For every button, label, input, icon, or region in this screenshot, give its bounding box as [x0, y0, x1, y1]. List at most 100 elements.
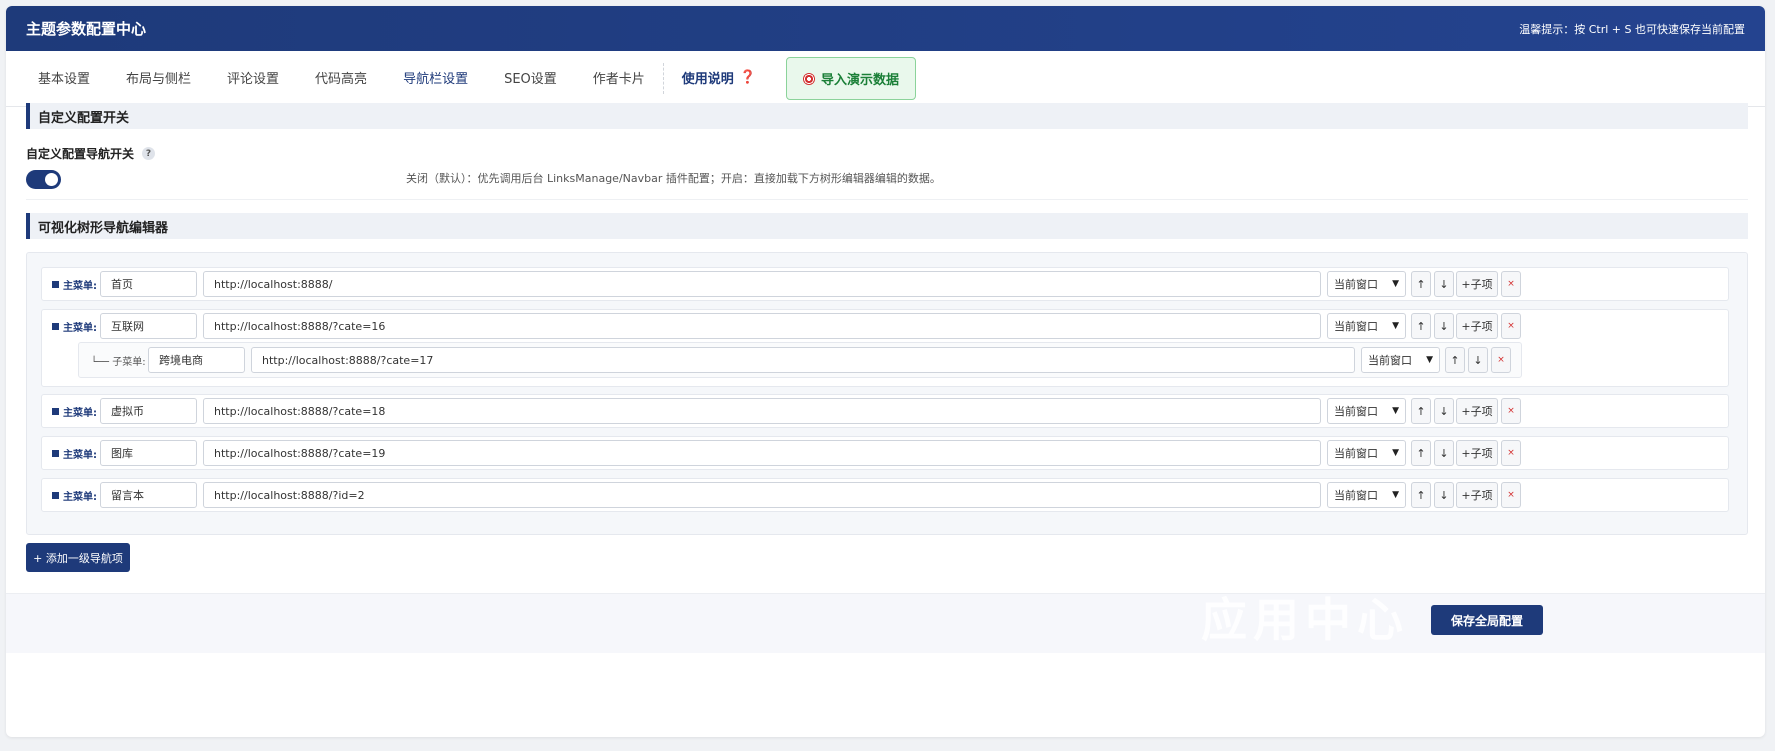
- nav-url-input[interactable]: http://localhost:8888/?cate=19: [203, 440, 1321, 466]
- move-down-button[interactable]: ↓: [1468, 347, 1488, 373]
- nav-name-input[interactable]: 留言本: [100, 482, 197, 508]
- move-down-button[interactable]: ↓: [1434, 482, 1454, 508]
- nav-target-select[interactable]: 当前窗口 ▼: [1327, 440, 1406, 466]
- delete-button[interactable]: ×: [1501, 313, 1521, 339]
- chevron-down-icon: ▼: [1392, 279, 1399, 289]
- move-up-button[interactable]: ↑: [1411, 482, 1431, 508]
- nav-switch-description: 关闭（默认）：优先调用后台 LinksManage/Navbar 插件配置；开启…: [406, 172, 941, 185]
- nav-url-input[interactable]: http://localhost:8888/?id=2: [203, 482, 1321, 508]
- config-panel: 主题参数配置中心 温馨提示：按 Ctrl + S 也可快速保存当前配置 基本设置…: [6, 6, 1765, 737]
- tab-comments[interactable]: 评论设置: [209, 51, 297, 106]
- page-title: 主题参数配置中心: [26, 20, 147, 38]
- footer-bar: 保存全局配置 应用中心: [6, 593, 1765, 653]
- move-up-button[interactable]: ↑: [1411, 313, 1431, 339]
- chevron-down-icon: ▼: [1392, 490, 1399, 500]
- delete-button[interactable]: ×: [1501, 482, 1521, 508]
- tab-basic[interactable]: 基本设置: [20, 51, 108, 106]
- nav-target-select[interactable]: 当前窗口 ▼: [1327, 398, 1406, 424]
- shortcut-hint: 温馨提示：按 Ctrl + S 也可快速保存当前配置: [1519, 22, 1745, 36]
- tab-author-card[interactable]: 作者卡片: [575, 51, 663, 106]
- tab-seo[interactable]: SEO设置: [486, 51, 575, 106]
- move-up-button[interactable]: ↑: [1445, 347, 1465, 373]
- square-bullet-icon: [52, 491, 59, 499]
- nav-name-input[interactable]: 互联网: [100, 313, 197, 339]
- sub-menu-label-text: 子菜单:: [112, 356, 146, 368]
- nav-switch-toggle[interactable]: [26, 170, 61, 189]
- nav-name-input[interactable]: 虚拟币: [100, 398, 197, 424]
- section-custom-switch: 自定义配置开关: [26, 103, 1748, 129]
- tab-layout[interactable]: 布局与侧栏: [108, 51, 209, 106]
- nav-url-input[interactable]: http://localhost:8888/?cate=16: [203, 313, 1321, 339]
- section-tree-editor: 可视化树形导航编辑器: [26, 213, 1748, 239]
- import-demo-label: 导入演示数据: [821, 73, 900, 88]
- header-bar: 主题参数配置中心 温馨提示：按 Ctrl + S 也可快速保存当前配置: [6, 6, 1765, 51]
- square-bullet-icon: [52, 322, 59, 330]
- move-down-button[interactable]: ↓: [1434, 398, 1454, 424]
- sub-target-value: 当前窗口: [1368, 354, 1412, 367]
- add-child-button[interactable]: +子项: [1456, 398, 1498, 424]
- nav-item: 主菜单: 留言本 http://localhost:8888/?id=2 当前窗…: [41, 478, 1729, 512]
- chevron-down-icon: ▼: [1392, 448, 1399, 458]
- chevron-down-icon: ▼: [1392, 406, 1399, 416]
- square-bullet-icon: [52, 280, 59, 288]
- tab-bar: 基本设置 布局与侧栏 评论设置 代码高亮 导航栏设置 SEO设置 作者卡片 使用…: [6, 51, 1765, 107]
- add-child-button[interactable]: +子项: [1456, 440, 1498, 466]
- square-bullet-icon: [52, 407, 59, 415]
- nav-switch-label: 自定义配置导航开关 ?: [26, 145, 156, 162]
- move-down-button[interactable]: ↓: [1434, 271, 1454, 297]
- save-global-config-button[interactable]: 保存全局配置: [1431, 605, 1543, 635]
- delete-button[interactable]: ×: [1501, 271, 1521, 297]
- move-up-button[interactable]: ↑: [1411, 440, 1431, 466]
- nav-switch-label-text: 自定义配置导航开关: [26, 147, 135, 161]
- toggle-knob: [45, 173, 58, 186]
- add-child-button[interactable]: +子项: [1456, 482, 1498, 508]
- tab-help[interactable]: 使用说明 ❓: [664, 51, 774, 106]
- nav-target-select[interactable]: 当前窗口 ▼: [1327, 482, 1406, 508]
- nav-item: 主菜单: 图库 http://localhost:8888/?cate=19 当…: [41, 436, 1729, 470]
- main-menu-label-text: 主菜单:: [63, 491, 97, 503]
- main-menu-label: 主菜单:: [52, 446, 102, 461]
- nav-target-value: 当前窗口: [1334, 447, 1378, 460]
- nav-target-value: 当前窗口: [1334, 405, 1378, 418]
- delete-button[interactable]: ×: [1501, 440, 1521, 466]
- main-menu-label: 主菜单:: [52, 488, 102, 503]
- sub-target-select[interactable]: 当前窗口 ▼: [1361, 347, 1440, 373]
- move-up-button[interactable]: ↑: [1411, 398, 1431, 424]
- chevron-down-icon: ▼: [1392, 321, 1399, 331]
- move-down-button[interactable]: ↓: [1434, 313, 1454, 339]
- delete-button[interactable]: ×: [1491, 347, 1511, 373]
- move-up-button[interactable]: ↑: [1411, 271, 1431, 297]
- tree-editor: 主菜单: 首页 http://localhost:8888/ 当前窗口 ▼ ↑ ↓…: [26, 252, 1748, 535]
- nav-target-value: 当前窗口: [1334, 320, 1378, 333]
- tree-branch-icon: └──: [91, 356, 110, 368]
- move-down-button[interactable]: ↓: [1434, 440, 1454, 466]
- nav-item: 主菜单: 互联网 http://localhost:8888/?cate=16 …: [41, 309, 1729, 387]
- main-menu-label: 主菜单:: [52, 404, 102, 419]
- main-menu-label-text: 主菜单:: [63, 449, 97, 461]
- section-divider: [26, 199, 1748, 200]
- help-icon[interactable]: ?: [142, 147, 156, 160]
- delete-button[interactable]: ×: [1501, 398, 1521, 424]
- nav-target-select[interactable]: 当前窗口 ▼: [1327, 313, 1406, 339]
- question-icon: ❓: [739, 69, 756, 85]
- tab-code-highlight[interactable]: 代码高亮: [297, 51, 385, 106]
- add-child-button[interactable]: +子项: [1456, 313, 1498, 339]
- nav-name-input[interactable]: 首页: [100, 271, 197, 297]
- nav-item: 主菜单: 虚拟币 http://localhost:8888/?cate=18 …: [41, 394, 1729, 428]
- import-demo-button[interactable]: 导入演示数据: [786, 57, 917, 100]
- nav-url-input[interactable]: http://localhost:8888/: [203, 271, 1321, 297]
- nav-target-value: 当前窗口: [1334, 489, 1378, 502]
- tab-navbar[interactable]: 导航栏设置: [385, 51, 487, 106]
- nav-item: 主菜单: 首页 http://localhost:8888/ 当前窗口 ▼ ↑ ↓…: [41, 267, 1729, 301]
- main-menu-label: 主菜单:: [52, 277, 102, 292]
- nav-target-select[interactable]: 当前窗口 ▼: [1327, 271, 1406, 297]
- nav-url-input[interactable]: http://localhost:8888/?cate=18: [203, 398, 1321, 424]
- sub-name-input[interactable]: 跨境电商: [148, 347, 245, 373]
- main-menu-label-text: 主菜单:: [63, 407, 97, 419]
- nav-target-value: 当前窗口: [1334, 278, 1378, 291]
- sub-url-input[interactable]: http://localhost:8888/?cate=17: [251, 347, 1355, 373]
- add-child-button[interactable]: +子项: [1456, 271, 1498, 297]
- nav-name-input[interactable]: 图库: [100, 440, 197, 466]
- add-top-level-button[interactable]: + 添加一级导航项: [26, 543, 130, 572]
- help-tab-label: 使用说明: [681, 71, 734, 87]
